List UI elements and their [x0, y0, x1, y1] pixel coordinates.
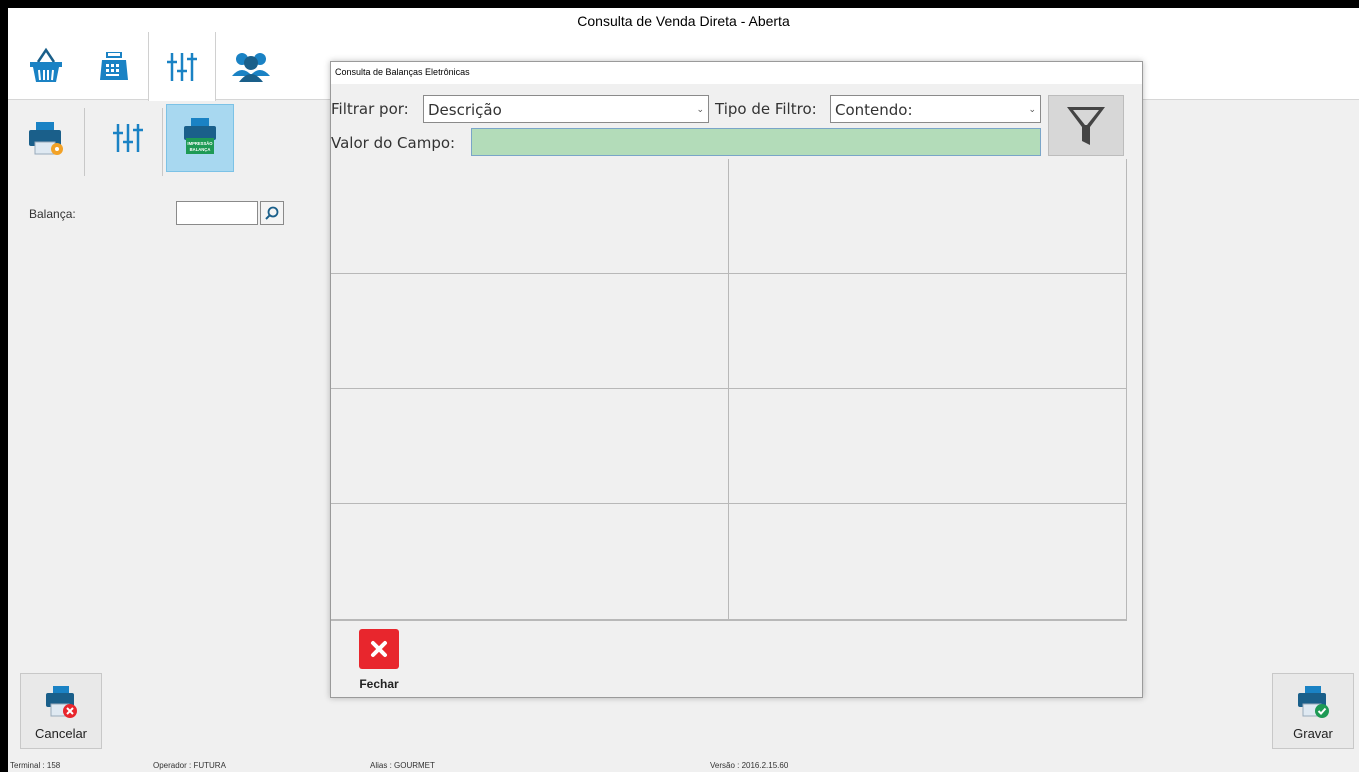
cancelar-label: Cancelar	[34, 726, 88, 741]
consulta-balancas-dialog: Consulta de Balanças Eletrônicas Filtrar…	[330, 61, 1143, 698]
filtrar-por-select[interactable]: Descrição ⌄	[423, 95, 709, 123]
status-versao: Versão : 2016.2.15.60	[710, 761, 789, 770]
filtrar-por-label: Filtrar por:	[331, 100, 409, 118]
tab-settings[interactable]	[148, 32, 216, 101]
divider	[84, 108, 85, 176]
fechar-label: Fechar	[359, 677, 399, 691]
users-icon	[232, 53, 270, 82]
status-terminal: Terminal : 158	[10, 761, 61, 770]
table-row[interactable]	[331, 274, 1127, 389]
table-cell[interactable]	[728, 159, 1127, 274]
close-icon	[359, 629, 399, 669]
search-icon	[265, 206, 279, 220]
cash-register-icon	[100, 52, 128, 80]
tipo-filtro-select[interactable]: Contendo: ⌄	[830, 95, 1041, 123]
chevron-down-icon: ⌄	[696, 105, 704, 115]
printer-save-icon	[1298, 686, 1329, 718]
window-title: Consulta de Venda Direta - Aberta	[8, 8, 1359, 32]
filtrar-por-value: Descrição	[428, 101, 502, 119]
scale-printer-icon: IMPRESSÃO BALANÇA	[184, 118, 216, 154]
table-cell[interactable]	[331, 389, 728, 504]
chevron-down-icon: ⌄	[1028, 105, 1036, 115]
valor-campo-input[interactable]	[471, 128, 1041, 156]
table-cell[interactable]	[331, 274, 728, 389]
divider	[162, 108, 163, 176]
table-cell[interactable]	[728, 504, 1127, 619]
gravar-label: Gravar	[1293, 726, 1333, 741]
fechar-button[interactable]: Fechar	[349, 629, 409, 699]
balanca-input[interactable]	[176, 201, 258, 225]
tipo-filtro-label: Tipo de Filtro:	[715, 100, 817, 118]
table-row[interactable]	[331, 389, 1127, 504]
subtab-parameters[interactable]	[94, 104, 162, 172]
balanca-label: Balança:	[29, 207, 76, 221]
main-window: Consulta de Venda Direta - Aberta IMPRES…	[8, 8, 1359, 772]
funnel-icon	[1067, 106, 1105, 145]
tab-sales[interactable]	[12, 32, 80, 100]
subtab-scale-printing[interactable]: IMPRESSÃO BALANÇA	[166, 104, 234, 172]
sliders-icon	[167, 52, 197, 81]
balanca-search-button[interactable]	[260, 201, 284, 225]
table-cell[interactable]	[331, 159, 728, 274]
table-row[interactable]	[331, 159, 1127, 274]
cancelar-button[interactable]: Cancelar	[20, 673, 102, 749]
status-alias: Alias : GOURMET	[370, 761, 435, 770]
table-cell[interactable]	[728, 274, 1127, 389]
sliders-icon	[113, 124, 143, 152]
tab-cash-register[interactable]	[80, 32, 148, 100]
filter-button[interactable]	[1048, 95, 1124, 156]
valor-campo-label: Valor do Campo:	[331, 134, 456, 152]
status-operador: Operador : FUTURA	[153, 761, 226, 770]
dialog-title: Consulta de Balanças Eletrônicas	[331, 62, 1142, 84]
results-grid[interactable]	[331, 159, 1127, 621]
subtab-printer-settings[interactable]	[12, 104, 80, 172]
table-cell[interactable]	[728, 389, 1127, 504]
tab-users[interactable]	[217, 32, 285, 100]
status-bar: Terminal : 158 Operador : FUTURA Alias :…	[8, 758, 1359, 772]
printer-cancel-icon	[46, 686, 77, 718]
table-row[interactable]	[331, 504, 1127, 620]
svg-text:BALANÇA: BALANÇA	[190, 147, 211, 152]
tipo-filtro-value: Contendo:	[835, 101, 913, 119]
table-cell[interactable]	[331, 504, 728, 619]
svg-text:IMPRESSÃO: IMPRESSÃO	[187, 141, 213, 146]
basket-icon	[30, 47, 62, 82]
gravar-button[interactable]: Gravar	[1272, 673, 1354, 749]
printer-settings-icon	[29, 122, 63, 155]
